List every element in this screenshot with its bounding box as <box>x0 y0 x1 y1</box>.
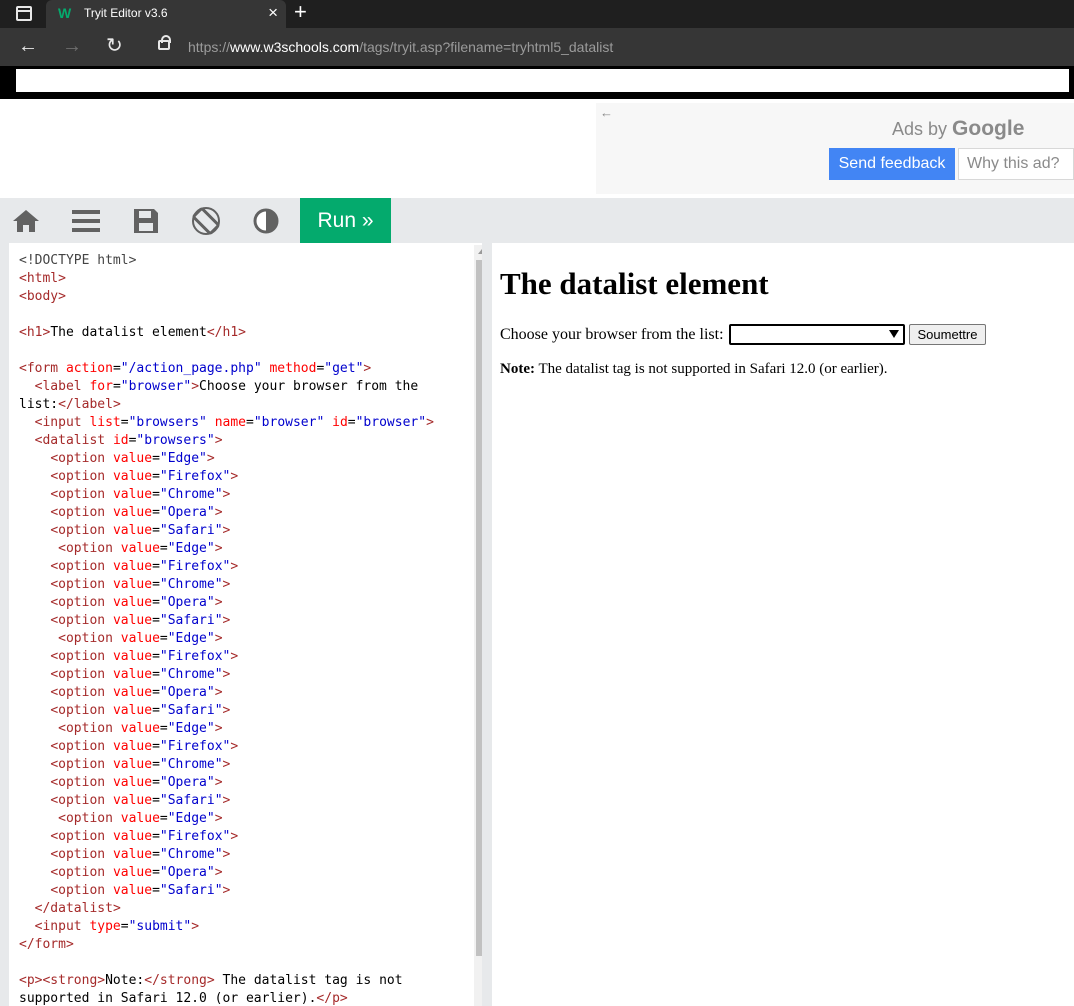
submit-button[interactable]: Soumettre <box>909 324 986 345</box>
code-line[interactable]: <input type="submit"> <box>19 918 469 936</box>
code-line[interactable]: <!DOCTYPE html> <box>19 252 469 270</box>
menu-icon[interactable] <box>70 206 102 236</box>
code-line[interactable]: <option value="Edge"> <box>19 630 469 648</box>
window-icon[interactable] <box>16 6 32 21</box>
ad-box: ← Ads by Google Send feedback Why this a… <box>596 103 1074 194</box>
plus-icon[interactable]: + <box>294 1 307 23</box>
code-line[interactable]: <option value="Safari"> <box>19 792 469 810</box>
address-bar[interactable]: https://www.w3schools.com/tags/tryit.asp… <box>188 39 613 55</box>
code-line[interactable]: <option value="Opera"> <box>19 864 469 882</box>
code-line[interactable]: <option value="Chrome"> <box>19 666 469 684</box>
code-line[interactable]: <option value="Edge"> <box>19 720 469 738</box>
code-line[interactable]: <option value="Chrome"> <box>19 576 469 594</box>
browser-tab-bar: W Tryit Editor v3.6 × + <box>0 0 1074 28</box>
run-button[interactable]: Run » <box>300 198 391 243</box>
code-line[interactable]: <input list="browsers" name="browser" id… <box>19 414 469 432</box>
code-scrollbar[interactable] <box>474 245 482 1006</box>
note-strong: Note: <box>500 361 535 377</box>
browser-label: Choose your browser from the list: <box>500 326 724 343</box>
code-line[interactable]: <option value="Edge"> <box>19 450 469 468</box>
browser-tab[interactable]: W Tryit Editor v3.6 × <box>46 0 286 28</box>
tryit-panes: <!DOCTYPE html> <html> <body> <h1>The data… <box>0 243 1074 1006</box>
url-host: www.w3schools.com <box>230 39 360 55</box>
ads-by-label: Ads by <box>892 119 948 139</box>
code-line[interactable]: <option value="Firefox"> <box>19 558 469 576</box>
w3schools-favicon-icon: W <box>58 5 72 21</box>
code-line[interactable]: <option value="Chrome"> <box>19 756 469 774</box>
code-line[interactable]: <option value="Firefox"> <box>19 828 469 846</box>
top-search-field[interactable] <box>16 69 1069 92</box>
code-line[interactable]: list:</label> <box>19 396 469 414</box>
code-line[interactable]: <h1>The datalist element</h1> <box>19 324 469 342</box>
send-feedback-button[interactable]: Send feedback <box>829 148 955 180</box>
code-line[interactable]: <p><strong>Note:</strong> The datalist t… <box>19 972 469 990</box>
scroll-thumb[interactable] <box>476 260 482 956</box>
browser-datalist-input[interactable] <box>729 324 905 345</box>
code-editor[interactable]: <!DOCTYPE html> <html> <body> <h1>The data… <box>9 243 482 1006</box>
close-icon[interactable]: × <box>268 3 278 23</box>
url-prefix: https:// <box>188 39 231 55</box>
code-line[interactable]: supported in Safari 12.0 (or earlier).</… <box>19 990 469 1006</box>
home-icon[interactable] <box>10 206 42 236</box>
code-line[interactable]: <option value="Safari"> <box>19 522 469 540</box>
code-line[interactable]: <option value="Safari"> <box>19 882 469 900</box>
back-arrow-icon[interactable]: ← <box>18 35 38 57</box>
code-line[interactable]: <option value="Firefox"> <box>19 648 469 666</box>
w3schools-top-strip <box>0 66 1074 99</box>
code-line[interactable]: <option value="Opera"> <box>19 774 469 792</box>
code-line[interactable]: </form> <box>19 936 469 954</box>
code-line[interactable]: <option value="Safari"> <box>19 702 469 720</box>
code-line[interactable]: <option value="Edge"> <box>19 540 469 558</box>
code-line[interactable]: <option value="Chrome"> <box>19 486 469 504</box>
lock-icon[interactable] <box>158 35 171 50</box>
ad-area: ← Ads by Google Send feedback Why this a… <box>0 99 1074 198</box>
code-line[interactable] <box>19 954 469 972</box>
code-line[interactable]: <option value="Chrome"> <box>19 846 469 864</box>
browser-nav-bar: ← → ↻ https://www.w3schools.com/tags/try… <box>0 28 1074 66</box>
code-line[interactable]: <option value="Opera"> <box>19 594 469 612</box>
rotate-icon[interactable] <box>190 206 222 236</box>
back-arrow-icon[interactable]: ← <box>600 105 613 120</box>
code-line[interactable]: <option value="Safari"> <box>19 612 469 630</box>
tab-title: Tryit Editor v3.6 <box>84 6 168 20</box>
reload-icon[interactable]: ↻ <box>106 35 123 57</box>
why-this-ad-button[interactable]: Why this ad? <box>958 148 1074 180</box>
code-text[interactable]: <!DOCTYPE html> <html> <body> <h1>The data… <box>19 252 469 1006</box>
url-path: /tags/tryit.asp?filename=tryhtml5_datali… <box>359 39 614 55</box>
code-line[interactable]: <label for="browser">Choose your browser… <box>19 378 469 396</box>
code-line[interactable]: <option value="Firefox"> <box>19 468 469 486</box>
result-frame: The datalist element Choose your browser… <box>492 243 1074 1006</box>
code-line[interactable] <box>19 342 469 360</box>
google-logo: Google <box>952 117 1025 140</box>
note-text: The datalist tag is not supported in Saf… <box>534 361 888 377</box>
code-line[interactable]: <form action="/action_page.php" method="… <box>19 360 469 378</box>
save-icon[interactable] <box>130 206 162 236</box>
code-line[interactable]: <option value="Edge"> <box>19 810 469 828</box>
tryit-toolbar: Run » <box>0 198 1074 243</box>
result-note: Note: The datalist tag is not supported … <box>500 361 888 378</box>
code-line[interactable]: </datalist> <box>19 900 469 918</box>
result-heading: The datalist element <box>500 266 769 301</box>
code-line[interactable]: <option value="Opera"> <box>19 684 469 702</box>
why-this-ad-label: Why this ad? <box>967 155 1060 172</box>
theme-contrast-icon[interactable] <box>250 206 282 236</box>
forward-arrow-icon[interactable]: → <box>62 35 82 57</box>
code-line[interactable]: <html> <box>19 270 469 288</box>
dropdown-arrow-icon[interactable] <box>889 330 899 338</box>
code-line[interactable]: <datalist id="browsers"> <box>19 432 469 450</box>
ads-by-google: Ads by Google <box>892 117 1024 141</box>
code-line[interactable] <box>19 306 469 324</box>
code-line[interactable]: <option value="Opera"> <box>19 504 469 522</box>
code-line[interactable]: <option value="Firefox"> <box>19 738 469 756</box>
scroll-up-arrow-icon[interactable] <box>478 249 482 254</box>
code-line[interactable]: <body> <box>19 288 469 306</box>
